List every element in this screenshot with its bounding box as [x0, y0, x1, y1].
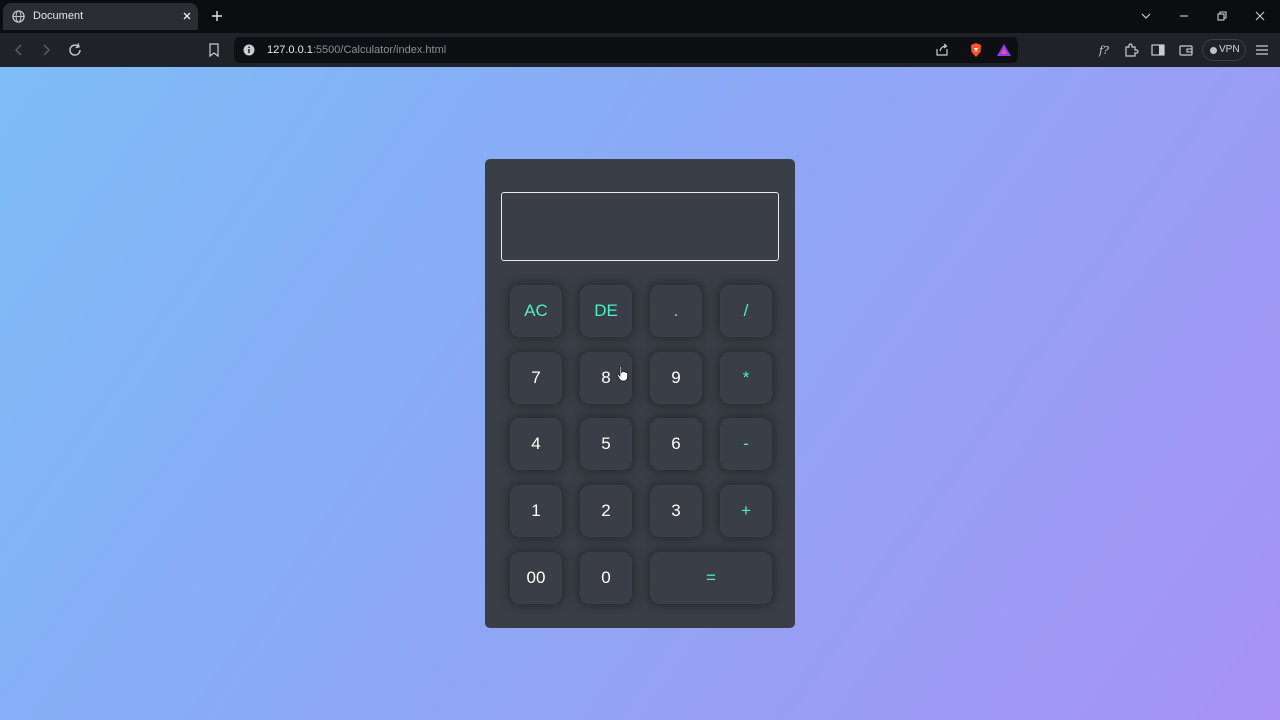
- new-tab-icon[interactable]: [209, 8, 225, 24]
- vpn-status-icon: [1210, 47, 1217, 54]
- wallet-icon[interactable]: [1178, 42, 1194, 58]
- tab-search-chevron-icon[interactable]: [1139, 9, 1153, 23]
- sidebar-icon[interactable]: [1150, 42, 1166, 58]
- close-window-icon[interactable]: [1253, 9, 1267, 23]
- address-bar[interactable]: 127.0.0.1:5500/Calculator/index.html: [234, 37, 1018, 63]
- tab-strip: Document: [0, 0, 1280, 33]
- brave-shields-icon[interactable]: [968, 42, 984, 58]
- menu-icon[interactable]: [1254, 42, 1270, 58]
- key-6-button[interactable]: 6: [650, 418, 702, 470]
- key-2-button[interactable]: 2: [580, 485, 632, 537]
- key-3-button[interactable]: 3: [650, 485, 702, 537]
- bookmark-icon[interactable]: [206, 42, 222, 58]
- vpn-button[interactable]: VPN: [1202, 39, 1246, 61]
- page-viewport: AC DE./7 8 9 * 4 5 6-1 2 3 +00 0 =: [0, 67, 1280, 720]
- key-double-zero-button[interactable]: 00: [510, 552, 562, 604]
- key-equals-button[interactable]: =: [650, 552, 772, 604]
- tab-title: Document: [33, 10, 84, 22]
- key-5-button[interactable]: 5: [580, 418, 632, 470]
- restore-icon[interactable]: [1215, 9, 1229, 23]
- key-1-button[interactable]: 1: [510, 485, 562, 537]
- url-host: 127.0.0.1: [267, 44, 313, 56]
- mouse-cursor-hand-icon: [616, 365, 628, 382]
- key-divide-button[interactable]: /: [720, 285, 772, 337]
- key-multiply-button[interactable]: *: [720, 352, 772, 404]
- key-9-button[interactable]: 9: [650, 352, 702, 404]
- url-text: 127.0.0.1:5500/Calculator/index.html: [267, 44, 446, 56]
- calculator: AC DE./7 8 9 * 4 5 6-1 2 3 +00 0 =: [485, 159, 795, 628]
- tab-document[interactable]: Document: [3, 3, 198, 30]
- extensions-icon[interactable]: [1123, 42, 1139, 58]
- key-4-button[interactable]: 4: [510, 418, 562, 470]
- forward-icon[interactable]: [38, 42, 54, 58]
- share-icon[interactable]: [934, 42, 950, 58]
- key-subtract-button[interactable]: -: [720, 418, 772, 470]
- site-info-icon[interactable]: [243, 44, 255, 56]
- reload-icon[interactable]: [67, 42, 83, 58]
- key-decimal-button[interactable]: .: [650, 285, 702, 337]
- minimize-icon[interactable]: [1177, 9, 1191, 23]
- browser-toolbar: 127.0.0.1:5500/Calculator/index.html f? …: [0, 33, 1280, 67]
- key-0-button[interactable]: 0: [580, 552, 632, 604]
- close-tab-icon[interactable]: [179, 8, 195, 24]
- key-clear-button[interactable]: AC: [510, 285, 562, 337]
- brave-rewards-icon[interactable]: [996, 42, 1012, 58]
- url-path: :5500/Calculator/index.html: [312, 44, 447, 56]
- calculator-display[interactable]: [501, 192, 779, 261]
- svg-text:f?: f?: [1098, 44, 1109, 57]
- vpn-label: VPN: [1219, 44, 1240, 55]
- back-icon[interactable]: [11, 42, 27, 58]
- globe-icon: [12, 10, 25, 23]
- key-add-button[interactable]: +: [720, 485, 772, 537]
- function-extension-icon[interactable]: f?: [1098, 42, 1114, 58]
- key-7-button[interactable]: 7: [510, 352, 562, 404]
- key-delete-button[interactable]: DE: [580, 285, 632, 337]
